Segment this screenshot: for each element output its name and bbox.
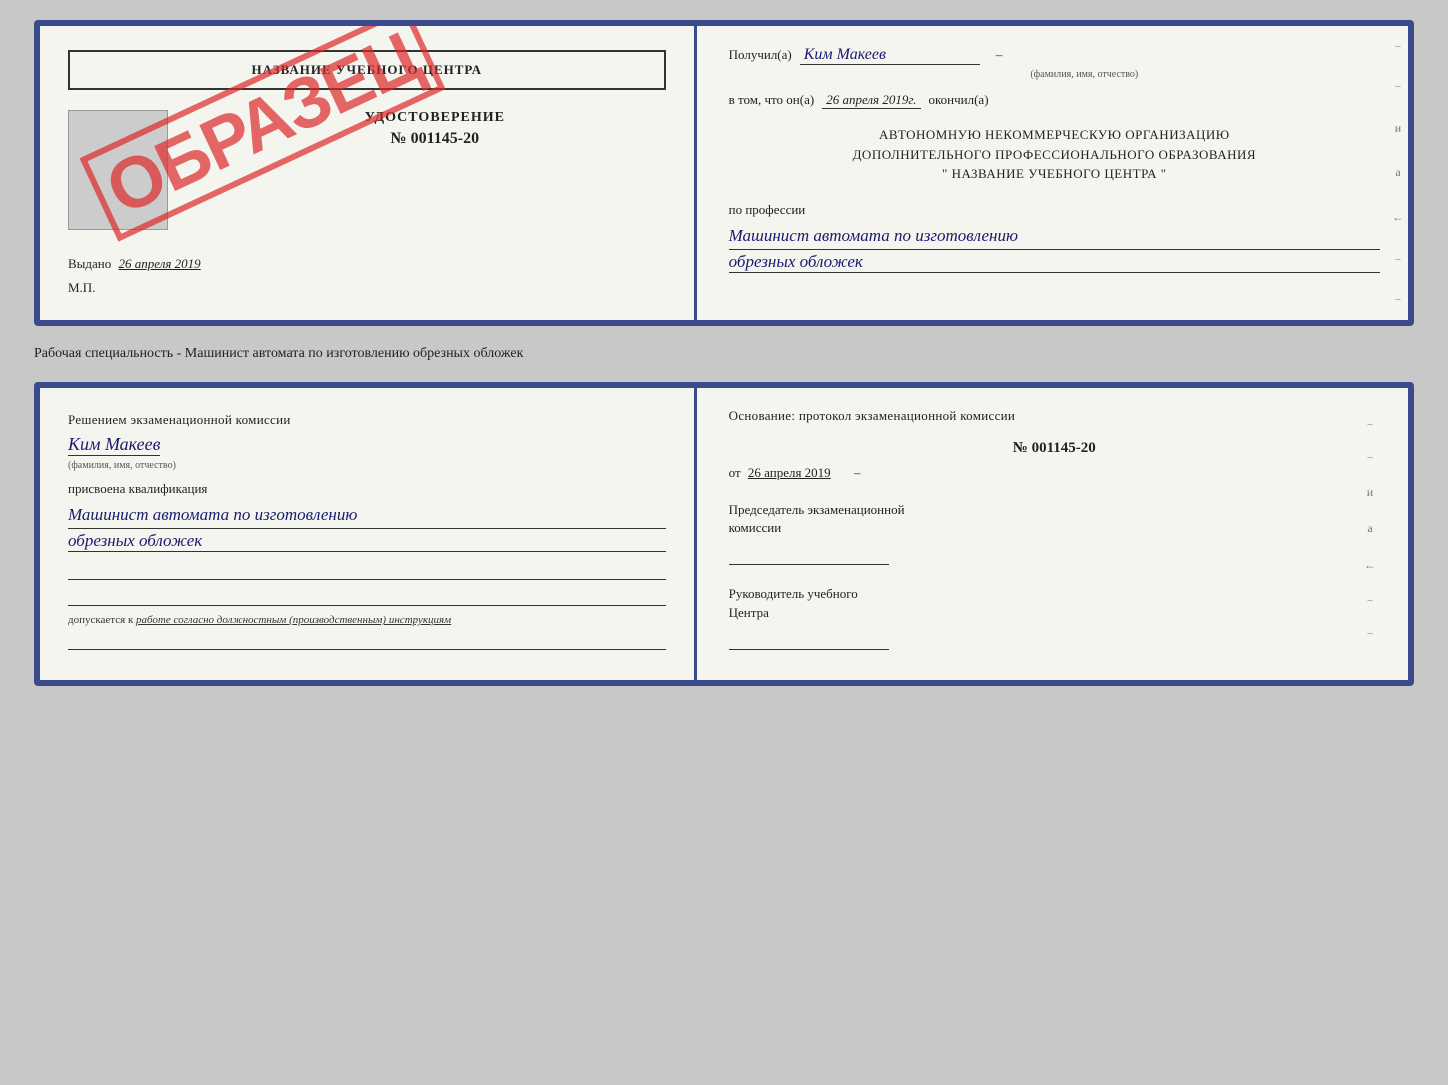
org-block: АВТОНОМНУЮ НЕКОММЕРЧЕСКУЮ ОРГАНИЗАЦИЮ ДО… <box>729 125 1380 184</box>
dopuskaetsya-text: допускается к работе согласно должностны… <box>68 614 666 626</box>
right-edge-marks: – – и а ← – – <box>1388 26 1408 320</box>
middle-caption: Рабочая специальность - Машинист автомат… <box>34 342 1414 366</box>
v-tom-label: в том, что он(а) <box>729 92 815 108</box>
udostoverenie-label: УДОСТОВЕРЕНИЕ <box>204 110 666 126</box>
fio-label-top: (фамилия, имя, отчество) <box>789 69 1380 80</box>
center-name-text: НАЗВАНИЕ УЧЕБНОГО ЦЕНТРА <box>252 62 483 77</box>
poluchil-name: Ким Макеев <box>800 46 980 65</box>
dopuskaetsya-prefix: допускается к <box>68 614 133 626</box>
chairman-block: Председатель экзаменационной комиссии <box>729 501 1380 565</box>
v-tom-date: 26 апреля 2019г. <box>822 92 920 109</box>
photo-placeholder <box>68 110 168 230</box>
rukovod-line2: Центра <box>729 604 1380 622</box>
org-line2: ДОПОЛНИТЕЛЬНОГО ПРОФЕССИОНАЛЬНОГО ОБРАЗО… <box>729 145 1380 165</box>
rukovod-block: Руководитель учебного Центра <box>729 585 1380 649</box>
org-line3: " НАЗВАНИЕ УЧЕБНОГО ЦЕНТРА " <box>729 164 1380 184</box>
prisvoena-text: присвоена квалификация <box>68 481 666 497</box>
vydano-date: 26 апреля 2019 <box>119 256 201 271</box>
vydano-label: Выдано <box>68 256 111 271</box>
bottom-document: Решением экзаменационной комиссии Ким Ма… <box>34 382 1414 686</box>
protocol-number: № 001145-20 <box>729 440 1380 457</box>
vydano-line: Выдано 26 апреля 2019 <box>68 256 666 272</box>
okonchil-label: окончил(а) <box>929 92 989 108</box>
poluchil-label: Получил(а) <box>729 47 792 63</box>
top-document: НАЗВАНИЕ УЧЕБНОГО ЦЕНТРА УДОСТОВЕРЕНИЕ №… <box>34 20 1414 326</box>
profession-line2: обрезных обложек <box>729 252 1380 273</box>
date-ot-label: от <box>729 465 741 480</box>
date-ot-line: от 26 апреля 2019 – <box>729 465 1380 481</box>
po-professii-label: по профессии <box>729 202 1380 218</box>
date-dash: – <box>854 465 861 480</box>
top-doc-right: Получил(а) Ким Макеев – (фамилия, имя, о… <box>697 26 1408 320</box>
chairman-line1: Председатель экзаменационной <box>729 501 1380 519</box>
center-name-box: НАЗВАНИЕ УЧЕБНОГО ЦЕНТРА <box>68 50 666 90</box>
empty-line-2 <box>68 586 666 606</box>
kvali-line2: обрезных обложек <box>68 531 666 552</box>
middle-caption-text: Рабочая специальность - Машинист автомат… <box>34 346 523 361</box>
resheniem-text: Решением экзаменационной комиссии <box>68 412 666 428</box>
bottom-doc-right: Основание: протокол экзаменационной коми… <box>697 388 1408 680</box>
empty-line-3 <box>68 630 666 650</box>
poluchil-line: Получил(а) Ким Макеев – <box>729 46 1380 65</box>
top-doc-left: НАЗВАНИЕ УЧЕБНОГО ЦЕНТРА УДОСТОВЕРЕНИЕ №… <box>40 26 697 320</box>
rukovod-line1: Руководитель учебного <box>729 585 1380 603</box>
bottom-right-edge-marks: – – и а ← – – <box>1360 408 1380 650</box>
bottom-doc-left: Решением экзаменационной комиссии Ким Ма… <box>40 388 697 680</box>
udostoverenie-number: № 001145-20 <box>204 130 666 148</box>
bottom-fio-name: Ким Макеев <box>68 434 160 456</box>
bottom-fio-label: (фамилия, имя, отчество) <box>68 460 666 471</box>
chairman-title: Председатель экзаменационной комиссии <box>729 501 1380 537</box>
chairman-line2: комиссии <box>729 519 1380 537</box>
mp-text: М.П. <box>68 280 666 296</box>
kvali-line1: Машинист автомата по изготовлению <box>68 501 666 529</box>
chairman-signature-line <box>729 545 889 565</box>
rukovod-title: Руководитель учебного Центра <box>729 585 1380 621</box>
rukovod-signature-line <box>729 630 889 650</box>
date-ot-value: 26 апреля 2019 <box>748 465 831 480</box>
org-line1: АВТОНОМНУЮ НЕКОММЕРЧЕСКУЮ ОРГАНИЗАЦИЮ <box>729 125 1380 145</box>
profession-line1: Машинист автомата по изготовлению <box>729 222 1380 250</box>
bottom-right-inner: Основание: протокол экзаменационной коми… <box>729 408 1380 650</box>
v-tom-line: в том, что он(а) 26 апреля 2019г. окончи… <box>729 92 1380 109</box>
dash-1: – <box>996 47 1003 63</box>
empty-line-1 <box>68 560 666 580</box>
osnov-text: Основание: протокол экзаменационной коми… <box>729 408 1380 424</box>
dopuskaetsya-main: работе согласно должностным (производств… <box>136 614 451 626</box>
